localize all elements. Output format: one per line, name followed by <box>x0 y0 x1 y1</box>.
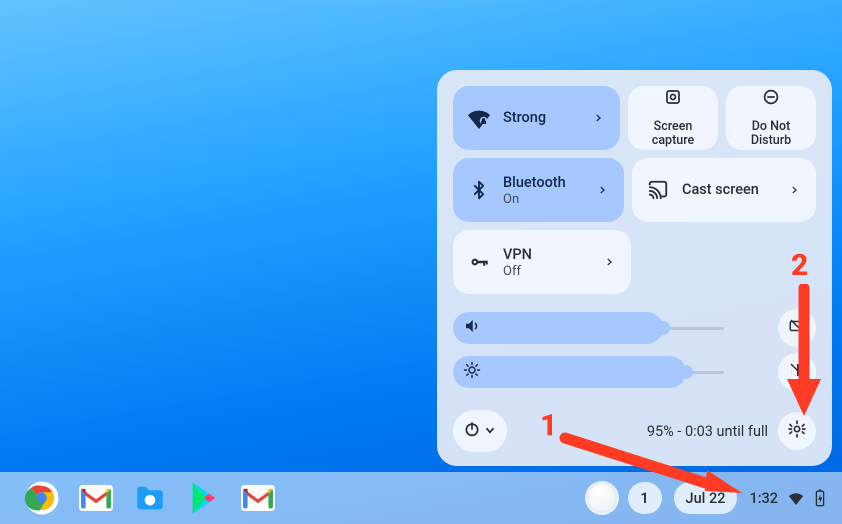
annotation-arrow-one <box>557 413 747 493</box>
wifi-tile[interactable]: Strong <box>453 86 620 150</box>
annotation-arrow-two <box>782 284 826 424</box>
do-not-disturb-icon <box>762 88 780 110</box>
cast-icon <box>644 179 672 201</box>
bluetooth-tile[interactable]: Bluetooth On <box>453 158 624 222</box>
chevron-right-icon[interactable] <box>784 180 804 200</box>
screen-capture-label: Screen capture <box>652 120 694 148</box>
gmail-app-icon-pinned[interactable] <box>240 480 276 516</box>
chevron-down-icon <box>483 422 497 441</box>
volume-icon <box>463 317 481 339</box>
wifi-icon <box>465 107 493 129</box>
screen-capture-icon <box>664 88 682 110</box>
power-icon <box>463 420 481 442</box>
cast-screen-tile[interactable]: Cast screen <box>632 158 816 222</box>
wifi-icon <box>787 491 805 505</box>
quick-settings-panel: Strong Screen capture Do Not Disturb <box>437 70 832 466</box>
power-menu-button[interactable] <box>453 410 507 452</box>
chevron-right-icon[interactable] <box>592 180 612 200</box>
do-not-disturb-tile[interactable]: Do Not Disturb <box>726 86 816 150</box>
annotation-step-one: 1 <box>540 408 557 443</box>
vpn-key-icon <box>465 252 493 272</box>
battery-icon <box>814 489 826 507</box>
screen-capture-tile[interactable]: Screen capture <box>628 86 718 150</box>
brightness-slider[interactable] <box>453 356 776 388</box>
files-app-icon[interactable] <box>132 480 168 516</box>
do-not-disturb-label: Do Not Disturb <box>751 120 791 148</box>
play-store-app-icon[interactable] <box>186 480 222 516</box>
cast-screen-label: Cast screen <box>682 181 774 199</box>
annotation-step-two: 2 <box>791 248 808 283</box>
vpn-status: Off <box>503 264 589 279</box>
volume-slider[interactable] <box>453 312 776 344</box>
wifi-status-text: Strong <box>503 109 578 127</box>
chevron-right-icon[interactable] <box>599 252 619 272</box>
vpn-tile[interactable]: VPN Off <box>453 230 631 294</box>
shelf-clock-text: 1:32 <box>749 490 778 507</box>
bluetooth-icon <box>465 180 493 200</box>
vpn-title: VPN <box>503 246 589 264</box>
chrome-app-icon[interactable] <box>24 480 60 516</box>
brightness-icon <box>463 361 481 383</box>
gmail-app-icon[interactable] <box>78 480 114 516</box>
bluetooth-title: Bluetooth <box>503 174 582 192</box>
bluetooth-status: On <box>503 192 582 207</box>
status-tray[interactable]: 1:32 <box>749 489 826 507</box>
chevron-right-icon[interactable] <box>588 108 608 128</box>
